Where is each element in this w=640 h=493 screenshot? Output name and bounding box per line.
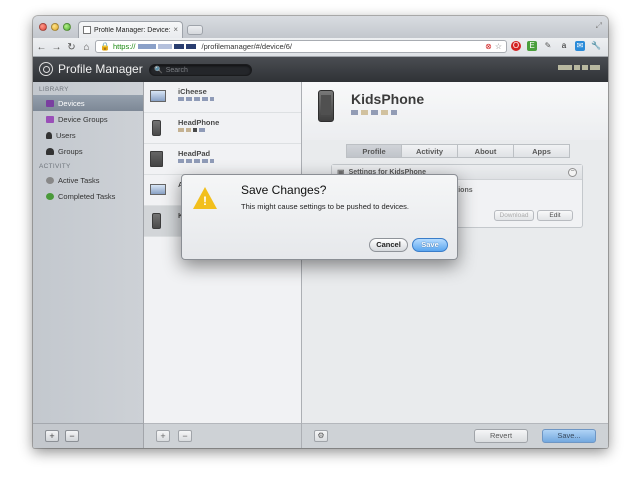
sidebar-item-devices[interactable]: Devices	[33, 95, 143, 111]
home-icon[interactable]: ⌂	[80, 42, 93, 53]
extension-opera-icon[interactable]: O	[511, 41, 521, 51]
sidebar-item-label: Devices	[58, 98, 85, 108]
cancel-button[interactable]: Cancel	[369, 238, 408, 252]
window-controls	[39, 23, 71, 31]
search-placeholder: Search	[165, 66, 188, 74]
completed-tasks-icon	[46, 192, 54, 200]
active-tasks-icon	[46, 176, 54, 184]
sidebar-item-completed-tasks[interactable]: Completed Tasks	[33, 188, 143, 204]
sidebar-item-groups[interactable]: Groups	[33, 143, 143, 159]
url-host-redacted	[138, 42, 198, 51]
zoom-window-button[interactable]	[63, 23, 71, 31]
address-bar[interactable]: 🔒 https:// /profilemanager/#/device/6/ ⊗…	[95, 40, 507, 53]
device-groups-icon	[46, 115, 54, 123]
dialog-title: Save Changes?	[241, 183, 327, 197]
app-header: Profile Manager 🔍 Search	[33, 57, 608, 83]
bookmark-star-icon[interactable]: ☆	[495, 42, 502, 51]
blocked-content-icon[interactable]: ⊗	[485, 42, 492, 51]
remove-button[interactable]: −	[65, 430, 79, 442]
sidebar-item-label: Active Tasks	[58, 175, 100, 185]
extension-icons: O E ✎ a ✉ 🔧	[511, 41, 601, 51]
new-tab-button[interactable]	[187, 25, 203, 35]
close-window-button[interactable]	[39, 23, 47, 31]
sidebar-item-label: Device Groups	[58, 114, 108, 124]
dialog-message: This might cause settings to be pushed t…	[241, 202, 410, 211]
user-menu-redacted[interactable]	[558, 65, 600, 70]
back-arrow-icon[interactable]: ←	[35, 42, 48, 53]
devices-icon	[46, 99, 54, 107]
library-header: LIBRARY	[39, 86, 69, 93]
browser-window: Profile Manager: Device: Kids × ⤢ ← → ↻ …	[33, 16, 608, 448]
app-title: Profile Manager	[58, 62, 143, 76]
extension-amazon-icon[interactable]: a	[559, 41, 569, 51]
wrench-menu-icon[interactable]: 🔧	[591, 41, 601, 51]
tab-close-icon[interactable]: ×	[173, 26, 178, 34]
reload-icon[interactable]: ↻	[65, 42, 78, 53]
search-icon: 🔍	[154, 67, 163, 74]
sidebar-item-label: Groups	[58, 146, 83, 156]
extension-mail-icon[interactable]: ✉	[575, 41, 585, 51]
add-button[interactable]: +	[45, 430, 59, 442]
sidebar: LIBRARY Devices Device Groups Users Grou…	[33, 82, 144, 448]
fullscreen-icon[interactable]: ⤢	[596, 21, 602, 31]
modal-overlay	[143, 82, 608, 448]
sidebar-item-active-tasks[interactable]: Active Tasks	[33, 172, 143, 188]
extension-wrench-tool-icon[interactable]: ✎	[543, 41, 553, 51]
sidebar-footer: + −	[33, 423, 143, 448]
user-icon	[46, 131, 52, 139]
tab-title: Profile Manager: Device: Kids	[94, 26, 171, 34]
browser-tab[interactable]: Profile Manager: Device: Kids ×	[78, 21, 183, 38]
confirm-save-button[interactable]: Save	[412, 238, 448, 252]
lock-icon: 🔒	[100, 42, 110, 51]
save-changes-dialog: ! Save Changes? This might cause setting…	[181, 174, 458, 260]
search-input[interactable]: 🔍 Search	[149, 64, 252, 76]
groups-icon	[46, 147, 54, 155]
extension-evernote-icon[interactable]: E	[527, 41, 537, 51]
minimize-window-button[interactable]	[51, 23, 59, 31]
sidebar-item-label: Completed Tasks	[58, 191, 116, 201]
browser-toolbar: ← → ↻ ⌂ 🔒 https:// /profilemanager/#/dev…	[33, 38, 608, 57]
page-favicon-icon	[83, 26, 91, 34]
forward-arrow-icon[interactable]: →	[50, 42, 63, 53]
activity-header: ACTIVITY	[39, 163, 71, 170]
sidebar-item-device-groups[interactable]: Device Groups	[33, 111, 143, 127]
url-scheme: https://	[112, 42, 136, 51]
profile-manager-logo-icon	[39, 62, 53, 76]
url-path: /profilemanager/#/device/6/	[201, 42, 292, 51]
sidebar-item-users[interactable]: Users	[33, 127, 143, 143]
tab-strip: Profile Manager: Device: Kids × ⤢	[33, 16, 608, 38]
sidebar-item-label: Users	[56, 130, 76, 140]
warning-mark: !	[203, 194, 207, 208]
